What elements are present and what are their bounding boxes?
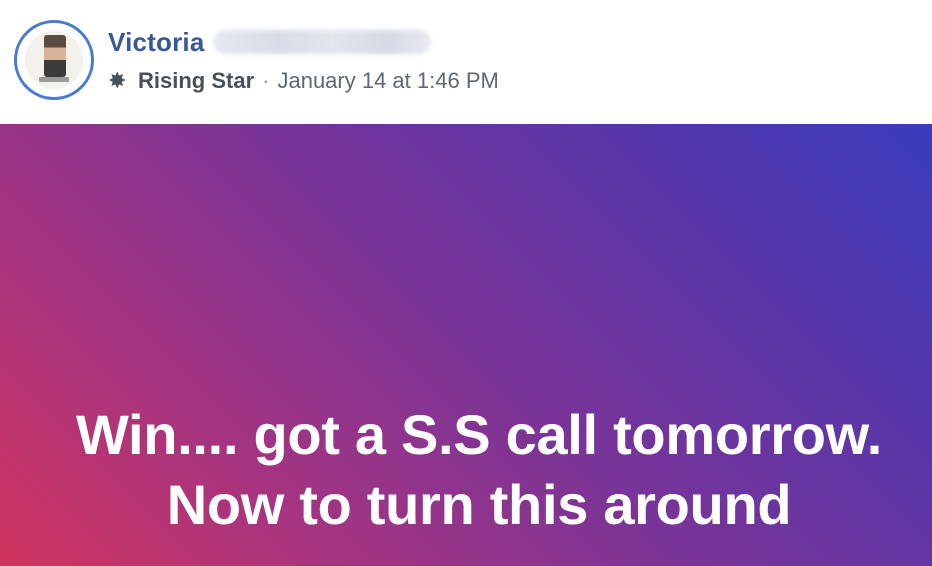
post-timestamp[interactable]: January 14 at 1:46 PM <box>277 68 498 94</box>
author-row: Victoria <box>108 24 431 60</box>
avatar-caption <box>39 77 69 82</box>
star-icon: ✸ <box>108 68 127 93</box>
post-header: Victoria ✸ Rising Star · January 14 at 1… <box>0 0 932 124</box>
post-background-banner: Win.... got a S.S call tomorrow. Now to … <box>0 124 932 566</box>
post: Victoria ✸ Rising Star · January 14 at 1… <box>0 0 932 566</box>
author-name[interactable]: Victoria <box>108 27 205 58</box>
post-text: Win.... got a S.S call tomorrow. Now to … <box>40 400 918 540</box>
member-badge[interactable]: Rising Star <box>138 68 254 94</box>
post-text-line-2: Now to turn this around <box>166 473 792 536</box>
avatar[interactable] <box>14 20 94 100</box>
avatar-image <box>25 31 83 89</box>
avatar-photo <box>44 35 66 77</box>
post-text-line-1: Win.... got a S.S call tomorrow. <box>75 403 883 466</box>
meta-separator: · <box>262 68 270 93</box>
post-meta: ✸ Rising Star · January 14 at 1:46 PM <box>108 66 499 96</box>
author-surname-redacted <box>212 30 431 54</box>
